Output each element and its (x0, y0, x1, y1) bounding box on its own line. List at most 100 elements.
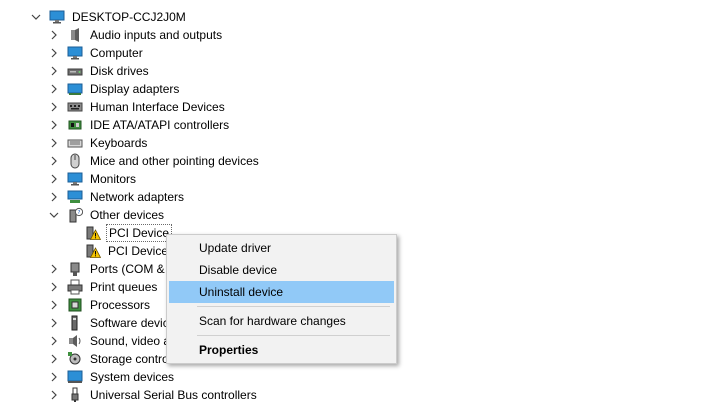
tree-item-label: Human Interface Devices (90, 100, 225, 114)
chevron-right-icon[interactable] (48, 29, 60, 41)
warning-device-icon (85, 243, 101, 259)
tree-item-ports[interactable]: Ports (COM & (48, 260, 167, 278)
tree-item-hid[interactable]: Human Interface Devices (48, 98, 227, 116)
sound-icon (67, 333, 83, 349)
processor-icon (67, 297, 83, 313)
tree-item-network[interactable]: Network adapters (48, 188, 186, 206)
menu-item-label: Properties (199, 343, 259, 357)
chevron-right-icon[interactable] (48, 191, 60, 203)
unknown-device-icon: ? (67, 207, 83, 223)
tree-item-processors[interactable]: Processors (48, 296, 152, 314)
storage-icon (67, 351, 83, 367)
usb-icon (67, 387, 83, 403)
chevron-right-icon[interactable] (48, 281, 60, 293)
chevron-right-icon[interactable] (48, 155, 60, 167)
tree-item-sound[interactable]: Sound, video a (48, 332, 172, 350)
tree-item-other-devices[interactable]: ? Other devices (48, 206, 166, 224)
network-icon (67, 189, 83, 205)
menu-item-label: Disable device (199, 263, 278, 277)
tree-item-label: PCI Device (108, 244, 169, 258)
tree-item-monitors[interactable]: Monitors (48, 170, 138, 188)
speaker-icon (67, 27, 83, 43)
tree-item-label: Monitors (90, 172, 137, 186)
display-adapter-icon (67, 81, 83, 97)
chevron-right-icon[interactable] (48, 299, 60, 311)
monitor-icon (67, 45, 83, 61)
menu-item-label: Uninstall device (199, 285, 284, 299)
mouse-icon (67, 153, 83, 169)
tree-item-label: Display adapters (90, 82, 180, 96)
tree-item-software-devices[interactable]: Software devic (48, 314, 171, 332)
tree-item-label: Disk drives (90, 64, 149, 78)
chevron-right-icon[interactable] (48, 83, 60, 95)
menu-item-disable-device[interactable]: Disable device (169, 259, 394, 281)
tree-item-label: Keyboards (90, 136, 148, 150)
tree-item-ide[interactable]: IDE ATA/ATAPI controllers (48, 116, 231, 134)
tree-item-keyboards[interactable]: Keyboards (48, 134, 149, 152)
tree-item-label: Processors (90, 298, 151, 312)
tree-item-computer[interactable]: Computer (48, 44, 145, 62)
keyboard-icon (67, 135, 83, 151)
tree-root-label: DESKTOP-CCJ2J0M (72, 10, 186, 24)
tree-item-label: Storage contro (90, 352, 169, 366)
tree-item-label: Ports (COM & (90, 262, 165, 276)
chevron-right-icon[interactable] (48, 101, 60, 113)
tree-item-display-adapters[interactable]: Display adapters (48, 80, 181, 98)
tree-item-label: Audio inputs and outputs (90, 28, 223, 42)
tree-item-pci-device-1[interactable]: PCI Device (78, 224, 173, 242)
tree-item-label: Sound, video a (90, 334, 171, 348)
menu-separator (197, 335, 390, 336)
tree-item-label: Other devices (90, 208, 165, 222)
menu-item-uninstall-device[interactable]: Uninstall device (169, 281, 394, 303)
ide-controller-icon (67, 117, 83, 133)
tree-item-label: Mice and other pointing devices (90, 154, 259, 168)
context-menu: Update driver Disable device Uninstall d… (166, 234, 397, 364)
tree-item-system-devices[interactable]: System devices (48, 368, 176, 386)
chevron-right-icon[interactable] (48, 137, 60, 149)
chevron-right-icon[interactable] (48, 47, 60, 59)
menu-item-label: Update driver (199, 241, 272, 255)
computer-root-icon (49, 9, 65, 25)
tree-item-label: IDE ATA/ATAPI controllers (90, 118, 230, 132)
warning-device-icon (85, 225, 101, 241)
tree-item-mice[interactable]: Mice and other pointing devices (48, 152, 261, 170)
tree-item-label: Universal Serial Bus controllers (90, 388, 257, 402)
tree-item-disk-drives[interactable]: Disk drives (48, 62, 151, 80)
chevron-right-icon[interactable] (48, 353, 60, 365)
tree-item-label: Software devic (90, 316, 169, 330)
menu-item-label: Scan for hardware changes (199, 314, 346, 328)
tree-root[interactable]: DESKTOP-CCJ2J0M (30, 8, 188, 26)
hid-icon (67, 99, 83, 115)
chevron-right-icon[interactable] (48, 65, 60, 77)
svg-text:?: ? (78, 210, 81, 216)
chevron-right-icon[interactable] (48, 173, 60, 185)
chevron-right-icon[interactable] (48, 371, 60, 383)
chevron-right-icon[interactable] (48, 263, 60, 275)
tree-item-print-queues[interactable]: Print queues (48, 278, 159, 296)
menu-separator (197, 306, 390, 307)
chevron-right-icon[interactable] (48, 335, 60, 347)
disk-drive-icon (67, 63, 83, 79)
monitor-icon (67, 171, 83, 187)
chevron-down-icon[interactable] (30, 11, 42, 23)
menu-item-properties[interactable]: Properties (169, 339, 394, 361)
chevron-right-icon[interactable] (48, 389, 60, 401)
printer-icon (67, 279, 83, 295)
tree-item-usb[interactable]: Universal Serial Bus controllers (48, 386, 259, 404)
tree-item-label: PCI Device (106, 224, 173, 242)
chevron-right-icon[interactable] (48, 119, 60, 131)
port-icon (67, 261, 83, 277)
tree-item-label: Print queues (90, 280, 158, 294)
tree-item-label: System devices (90, 370, 175, 384)
tree-item-storage-controllers[interactable]: Storage contro (48, 350, 171, 368)
chevron-down-icon[interactable] (48, 209, 60, 221)
tree-item-label: Network adapters (90, 190, 185, 204)
system-device-icon (67, 369, 83, 385)
menu-item-scan-hardware[interactable]: Scan for hardware changes (169, 310, 394, 332)
tree-item-audio[interactable]: Audio inputs and outputs (48, 26, 224, 44)
software-device-icon (67, 315, 83, 331)
tree-item-label: Computer (90, 46, 143, 60)
tree-item-pci-device-2[interactable]: PCI Device (78, 242, 170, 260)
menu-item-update-driver[interactable]: Update driver (169, 237, 394, 259)
chevron-right-icon[interactable] (48, 317, 60, 329)
